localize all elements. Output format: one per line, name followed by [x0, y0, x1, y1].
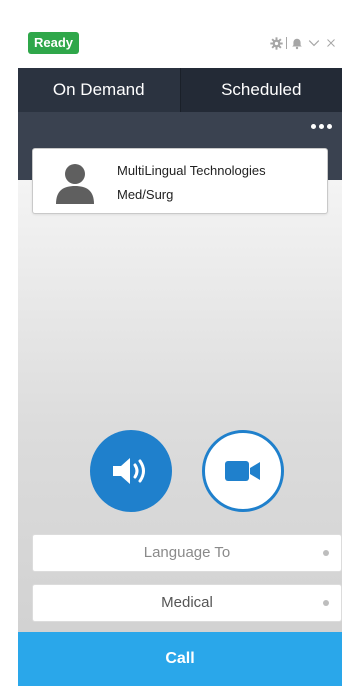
- language-select[interactable]: Language To: [32, 534, 342, 572]
- interpreter-panel: Ready On Demand Scheduled MultiLingual T…: [18, 12, 342, 686]
- person-icon: [55, 163, 95, 205]
- window-controls: [269, 34, 338, 52]
- specialty-select-value: Medical: [161, 594, 213, 611]
- speaker-icon: [113, 458, 145, 484]
- tab-on-demand[interactable]: On Demand: [18, 68, 180, 112]
- bell-icon[interactable]: [290, 35, 304, 51]
- close-icon[interactable]: [324, 35, 338, 51]
- more-options-icon[interactable]: [311, 124, 332, 129]
- contact-name: MultiLingual Technologies: [117, 163, 266, 178]
- contact-department: Med/Surg: [117, 187, 174, 202]
- status-badge[interactable]: Ready: [28, 32, 80, 54]
- video-camera-icon: [225, 461, 260, 481]
- top-bar: Ready: [18, 12, 342, 68]
- chevron-down-icon[interactable]: [307, 35, 321, 51]
- language-select-value: Language To: [143, 544, 231, 561]
- gear-icon[interactable]: [269, 35, 283, 51]
- dropdown-indicator-icon: [323, 600, 329, 606]
- audio-call-button[interactable]: [90, 430, 172, 512]
- divider: [286, 37, 287, 49]
- video-call-button[interactable]: [202, 430, 284, 512]
- dropdown-indicator-icon: [323, 550, 329, 556]
- tab-bar: On Demand Scheduled: [18, 68, 342, 112]
- specialty-select[interactable]: Medical: [32, 584, 342, 622]
- call-button[interactable]: Call: [18, 632, 342, 686]
- tab-scheduled[interactable]: Scheduled: [179, 68, 342, 112]
- contact-card[interactable]: MultiLingual Technologies Med/Surg: [32, 148, 328, 214]
